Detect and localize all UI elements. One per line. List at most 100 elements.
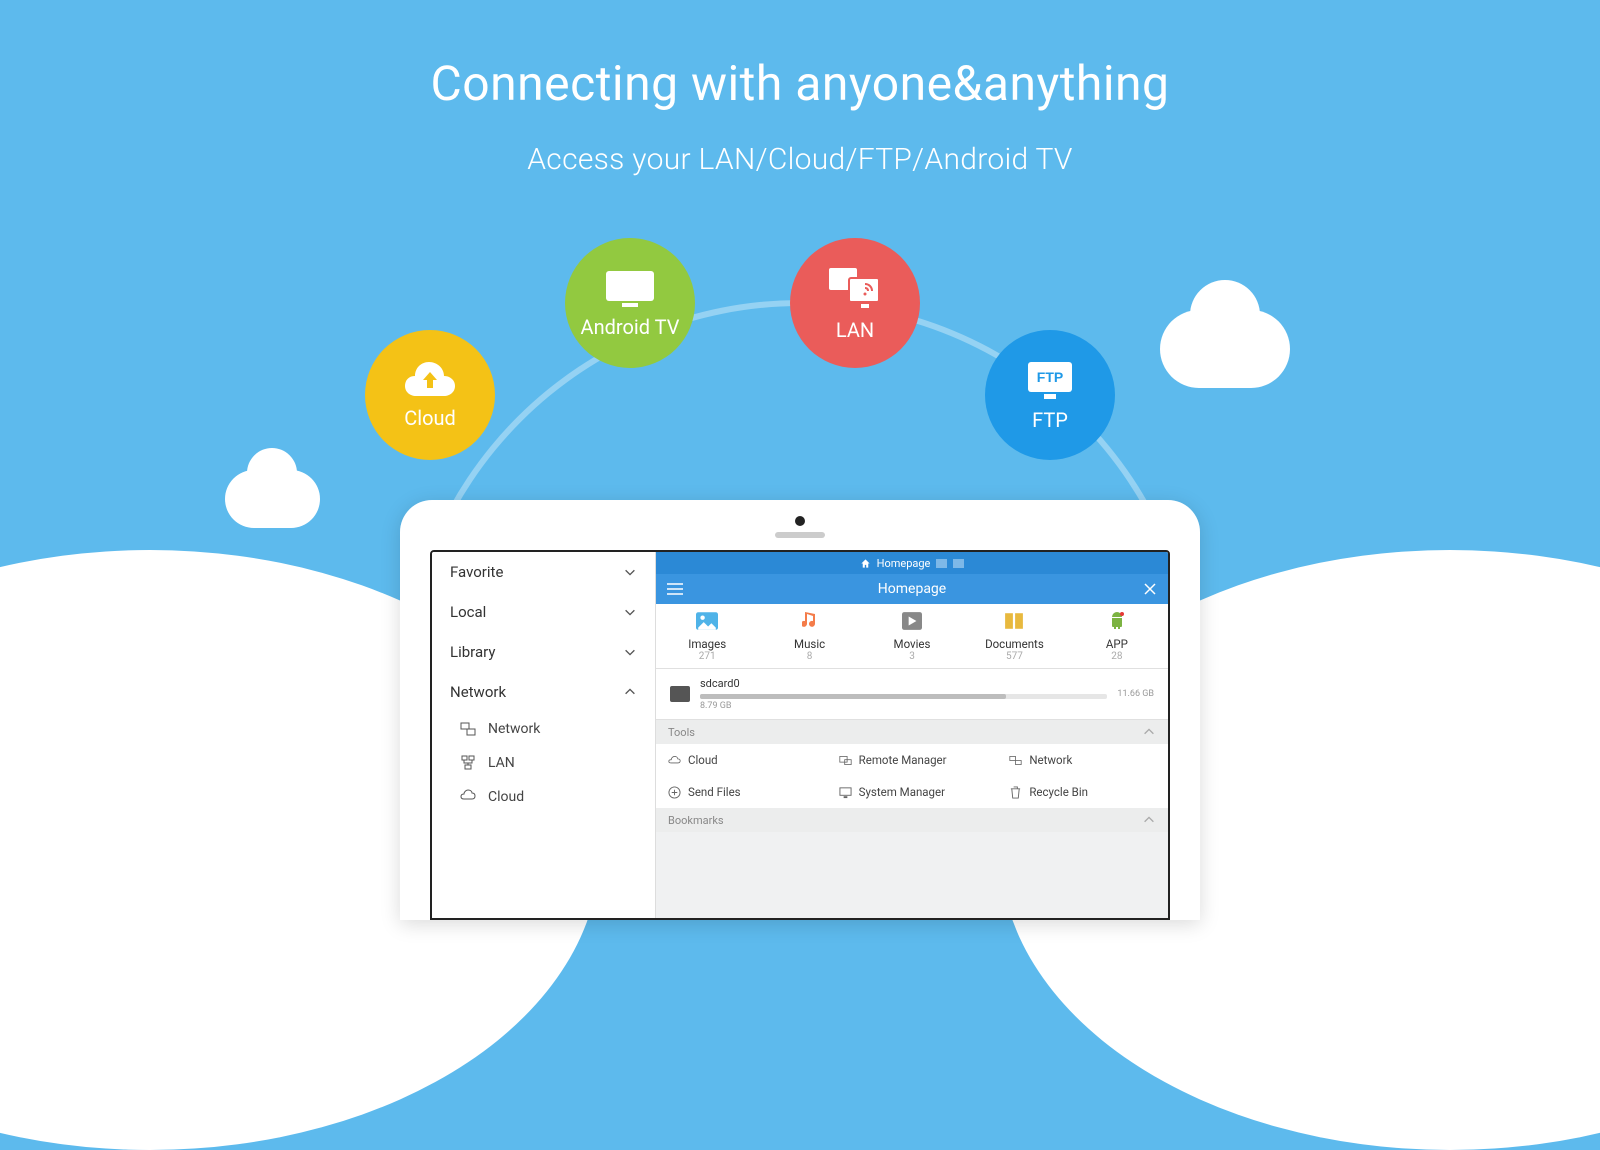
storage-name: sdcard0 (700, 677, 1107, 690)
sidebar-item-network[interactable]: Network (432, 672, 655, 712)
tool-label: Recycle Bin (1029, 785, 1088, 799)
bubble-label: Cloud (404, 406, 456, 430)
tool-label: Network (1029, 753, 1072, 767)
sidebar-item-label: Favorite (450, 563, 503, 581)
category-label: Music (758, 637, 860, 651)
topbar: Homepage (656, 552, 1168, 574)
chevron-down-icon (623, 645, 637, 659)
close-icon[interactable] (1142, 581, 1158, 597)
sidebar-item-local[interactable]: Local (432, 592, 655, 632)
cloud-icon (668, 754, 681, 767)
images-icon (696, 612, 718, 630)
hero: Connecting with anyone&anything Access y… (0, 0, 1600, 177)
category-count: 577 (963, 651, 1065, 662)
tablet-camera (795, 516, 805, 526)
category-row: Images 271 Music 8 Movies 3 Documents 57… (656, 604, 1168, 669)
send-icon (668, 786, 681, 799)
category-music[interactable]: Music 8 (758, 604, 860, 668)
category-label: Documents (963, 637, 1065, 651)
storage-info: sdcard0 8.79 GB (700, 677, 1107, 711)
main-panel: Homepage Homepage Images 271 Music 8 (656, 552, 1168, 918)
bubble-label: LAN (836, 318, 874, 342)
music-icon (802, 612, 818, 630)
category-label: APP (1066, 637, 1168, 651)
window-icon (953, 559, 964, 568)
storage-row[interactable]: sdcard0 8.79 GB 11.66 GB (656, 669, 1168, 720)
tool-label: Cloud (688, 753, 718, 767)
tool-label: Remote Manager (859, 753, 947, 767)
tablet-speaker (775, 532, 825, 538)
bubble-label: Android TV (581, 315, 680, 339)
sidebar-sub-label: LAN (488, 755, 515, 771)
tool-label: System Manager (859, 785, 945, 799)
sidebar-item-label: Library (450, 643, 495, 661)
svg-text:FTP: FTP (1037, 369, 1063, 385)
sidebar-sub-label: Network (488, 721, 540, 737)
documents-icon (1004, 612, 1024, 630)
sidebar-sub-cloud[interactable]: Cloud (432, 780, 655, 814)
home-icon (860, 558, 871, 569)
bubble-label: FTP (1032, 408, 1068, 432)
category-count: 3 (861, 651, 963, 662)
category-movies[interactable]: Movies 3 (861, 604, 963, 668)
sidebar-item-favorite[interactable]: Favorite (432, 552, 655, 592)
storage-used: 8.79 GB (700, 701, 1107, 711)
ftp-icon: FTP (1022, 358, 1078, 402)
window-icon (936, 559, 947, 568)
tv-icon (602, 267, 658, 309)
tool-network[interactable]: Network (997, 744, 1168, 776)
chevron-up-icon (1142, 725, 1156, 739)
topbar-tab[interactable]: Homepage (877, 557, 931, 570)
hero-subtitle: Access your LAN/Cloud/FTP/Android TV (0, 142, 1600, 177)
category-label: Movies (861, 637, 963, 651)
network-icon (1009, 754, 1022, 767)
section-bookmarks-header[interactable]: Bookmarks (656, 808, 1168, 832)
bubble-lan: LAN (790, 238, 920, 368)
cloud-decoration (1160, 310, 1290, 388)
sidebar-sub-lan[interactable]: LAN (432, 746, 655, 780)
cloud-upload-icon (404, 360, 456, 400)
bubble-cloud: Cloud (365, 330, 495, 460)
hero-title: Connecting with anyone&anything (0, 55, 1600, 112)
tool-cloud[interactable]: Cloud (656, 744, 827, 776)
tool-system-manager[interactable]: System Manager (827, 776, 998, 808)
section-label: Tools (668, 726, 695, 739)
sdcard-icon (670, 686, 690, 702)
tool-remote-manager[interactable]: Remote Manager (827, 744, 998, 776)
bubble-androidtv: Android TV (565, 238, 695, 368)
chevron-up-icon (1142, 813, 1156, 827)
tools-grid: Cloud Remote Manager Network Send Files … (656, 744, 1168, 808)
tablet-frame: Favorite Local Library Network Network (400, 500, 1200, 920)
lan-icon (460, 755, 476, 771)
hamburger-icon[interactable] (666, 582, 684, 596)
network-icon (460, 721, 476, 737)
sidebar-item-library[interactable]: Library (432, 632, 655, 672)
category-label: Images (656, 637, 758, 651)
android-icon (1108, 612, 1126, 630)
titlebar-title: Homepage (656, 581, 1168, 597)
section-label: Bookmarks (668, 814, 724, 827)
chevron-up-icon (623, 685, 637, 699)
chevron-down-icon (623, 565, 637, 579)
tool-recycle-bin[interactable]: Recycle Bin (997, 776, 1168, 808)
sidebar-sub-network[interactable]: Network (432, 712, 655, 746)
cloud-icon (460, 789, 476, 805)
category-documents[interactable]: Documents 577 (963, 604, 1065, 668)
lan-icon (825, 264, 885, 312)
category-count: 271 (656, 651, 758, 662)
category-count: 28 (1066, 651, 1168, 662)
category-count: 8 (758, 651, 860, 662)
trash-icon (1009, 786, 1022, 799)
chevron-down-icon (623, 605, 637, 619)
sidebar: Favorite Local Library Network Network (432, 552, 656, 918)
sidebar-item-label: Network (450, 683, 506, 701)
category-app[interactable]: APP 28 (1066, 604, 1168, 668)
tool-label: Send Files (688, 785, 741, 799)
category-images[interactable]: Images 271 (656, 604, 758, 668)
section-tools-header[interactable]: Tools (656, 720, 1168, 744)
titlebar: Homepage (656, 574, 1168, 604)
tool-send-files[interactable]: Send Files (656, 776, 827, 808)
app-screen: Favorite Local Library Network Network (430, 550, 1170, 920)
movies-icon (902, 612, 922, 630)
bubble-ftp: FTP FTP (985, 330, 1115, 460)
